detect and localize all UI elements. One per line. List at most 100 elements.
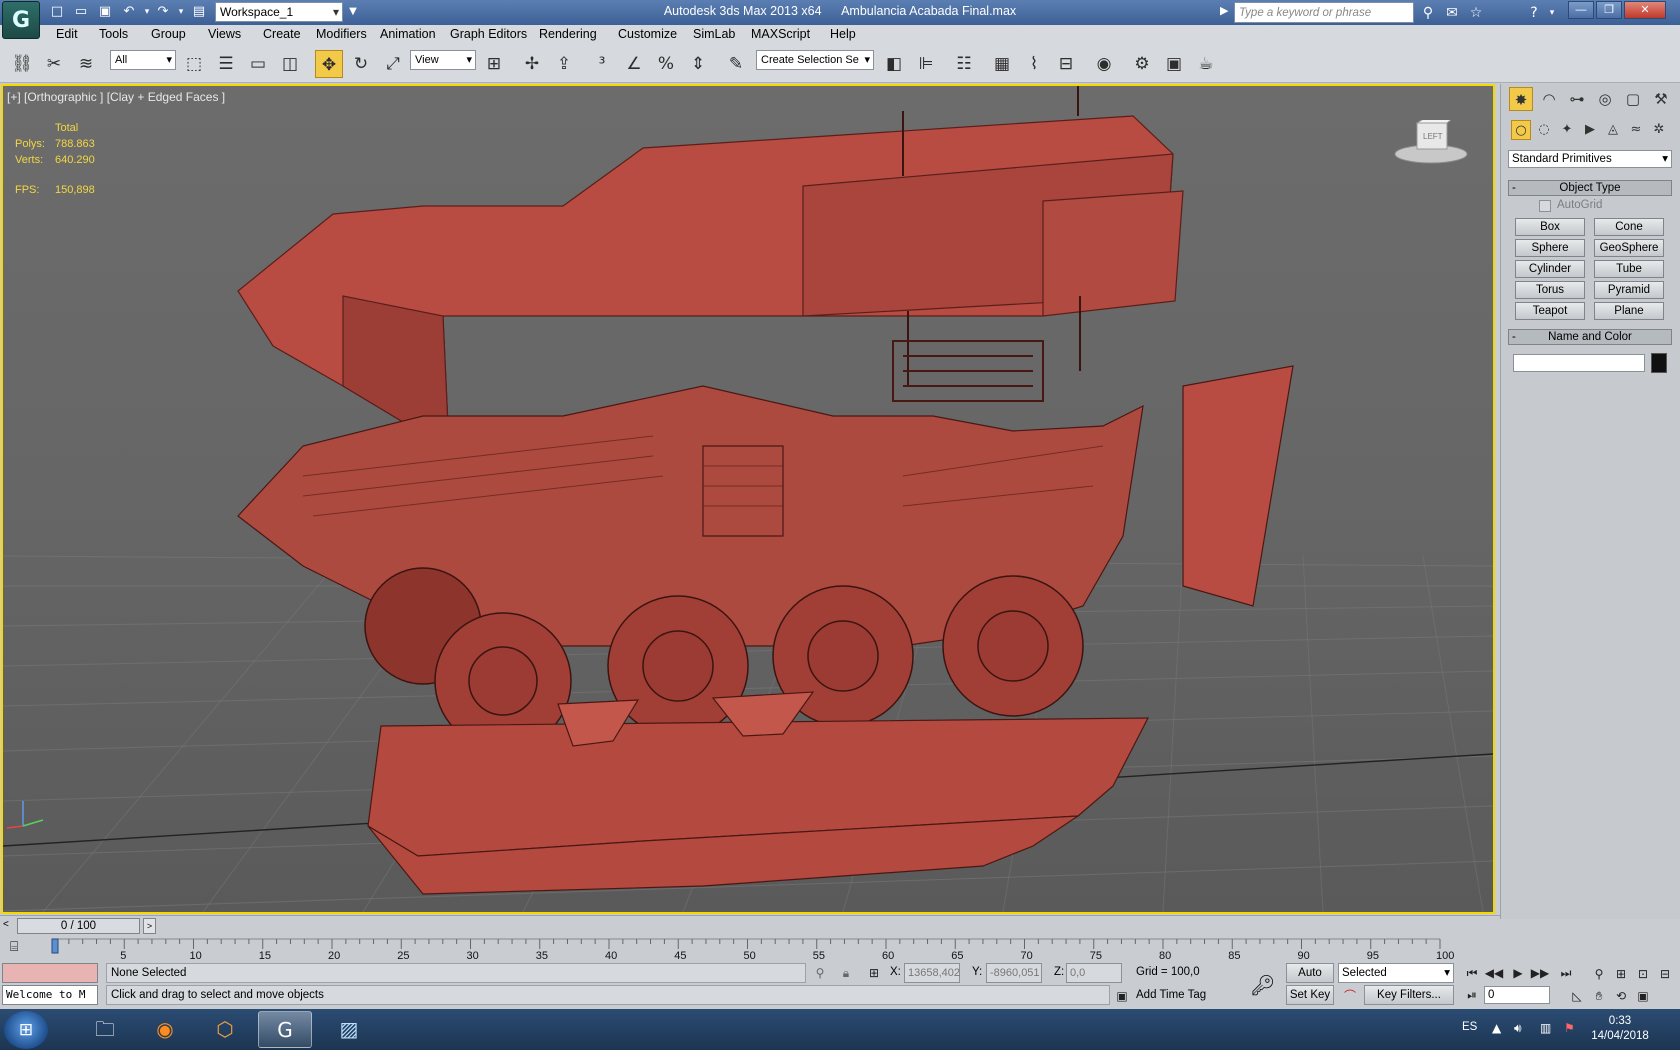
tube-button[interactable]: Tube xyxy=(1594,260,1664,278)
rectangular-selection-icon[interactable]: ▭ xyxy=(244,50,272,78)
bind-to-space-warp-icon[interactable]: ≋ xyxy=(72,50,100,78)
key-filters-button[interactable]: Key Filters... xyxy=(1364,985,1454,1005)
snaps-toggle-icon[interactable]: ³ xyxy=(588,50,616,78)
set-key-button[interactable]: Set Key xyxy=(1286,985,1334,1005)
named-selection-sets-dropdown[interactable]: Create Selection Se xyxy=(756,50,874,70)
select-and-scale-icon[interactable]: ⤢ xyxy=(379,50,407,78)
angle-snap-icon[interactable]: ∠ xyxy=(620,50,648,78)
display-tab-icon[interactable]: ▢ xyxy=(1621,87,1645,111)
file-explorer-icon[interactable]: 🗀︎ xyxy=(78,1011,132,1048)
go-to-end-icon[interactable]: ⏭ xyxy=(1556,965,1576,981)
maxscript-input[interactable]: Welcome to M xyxy=(2,985,98,1005)
select-and-rotate-icon[interactable]: ↻ xyxy=(347,50,375,78)
zoom-all-icon[interactable]: ⊞ xyxy=(1612,965,1630,983)
graphite-ribbon-icon[interactable]: ▦ xyxy=(988,50,1016,78)
auto-key-button[interactable]: Auto Key xyxy=(1286,963,1334,997)
selection-lock-icon[interactable]: 🔒︎ xyxy=(838,965,854,981)
close-button[interactable]: ✕ xyxy=(1624,1,1666,19)
select-object-icon[interactable]: ⬚ xyxy=(180,50,208,78)
y-coordinate-field[interactable]: -8960,051 xyxy=(986,963,1042,983)
reference-coordinate-dropdown[interactable]: View xyxy=(410,50,476,70)
unlink-selection-icon[interactable]: ✂ xyxy=(40,50,68,78)
autogrid-checkbox[interactable] xyxy=(1539,200,1551,212)
menu-edit[interactable]: Edit xyxy=(56,27,78,41)
slider-next-icon[interactable]: > xyxy=(143,918,156,934)
menu-help[interactable]: Help xyxy=(830,27,856,41)
plane-button[interactable]: Plane xyxy=(1594,302,1664,320)
pyramid-button[interactable]: Pyramid xyxy=(1594,281,1664,299)
curve-editor-icon[interactable]: ⌇ xyxy=(1020,50,1048,78)
lights-icon[interactable]: ✦ xyxy=(1557,120,1577,140)
action-center-icon[interactable]: ⚑ xyxy=(1564,1021,1575,1035)
minimize-button[interactable]: — xyxy=(1568,1,1594,19)
3d-app-icon[interactable]: ⬡ xyxy=(198,1011,252,1048)
pivot-center-icon[interactable]: ⊞ xyxy=(480,50,508,78)
modify-tab-icon[interactable]: ◠ xyxy=(1537,87,1561,111)
selection-filter-dropdown[interactable]: All xyxy=(110,50,176,70)
time-slider[interactable]: < 0 / 100 > xyxy=(0,915,1500,935)
z-coordinate-field[interactable]: 0,0 xyxy=(1066,963,1122,983)
viewcube[interactable]: LEFT xyxy=(1391,117,1471,166)
menu-create[interactable]: Create xyxy=(263,27,301,41)
start-button[interactable]: ⊞ xyxy=(4,1011,48,1049)
perspective-viewport[interactable]: [+] [Orthographic ] [Clay + Edged Faces … xyxy=(1,84,1495,914)
motion-tab-icon[interactable]: ◎ xyxy=(1593,87,1617,111)
maximize-viewport-icon[interactable]: ▣ xyxy=(1634,987,1652,1005)
geometry-icon[interactable]: ○ xyxy=(1511,120,1531,140)
schematic-view-icon[interactable]: ⊟ xyxy=(1052,50,1080,78)
helpers-icon[interactable]: ◬ xyxy=(1603,120,1623,140)
menu-group[interactable]: Group xyxy=(151,27,186,41)
default-in-out-tangent-icon[interactable]: ⌒ xyxy=(1342,988,1358,1004)
play-icon[interactable]: ▶ xyxy=(1508,965,1528,981)
zoom-extents-all-icon[interactable]: ⊟ xyxy=(1656,965,1674,983)
firefox-icon[interactable]: ◉ xyxy=(138,1011,192,1048)
key-mode-dropdown[interactable]: Selected xyxy=(1338,963,1454,983)
previous-frame-icon[interactable]: ◀◀ xyxy=(1484,965,1504,981)
app-logo-button[interactable]: G xyxy=(2,1,40,39)
pan-view-icon[interactable]: ✋︎ xyxy=(1590,987,1608,1005)
spinner-snap-icon[interactable]: ⇕ xyxy=(684,50,712,78)
cone-button[interactable]: Cone xyxy=(1594,218,1664,236)
zoom-icon[interactable]: ⚲ xyxy=(1590,965,1608,983)
search-input[interactable]: Type a keyword or phrase xyxy=(1234,2,1414,23)
rendered-frame-window-icon[interactable]: ▣ xyxy=(1160,50,1188,78)
cameras-icon[interactable]: ▶ xyxy=(1580,120,1600,140)
help-icon[interactable]: ? xyxy=(1524,3,1544,23)
object-name-input[interactable] xyxy=(1513,354,1645,372)
isolate-selection-icon[interactable]: ⚲ xyxy=(812,965,828,981)
align-icon[interactable]: ⊫ xyxy=(912,50,940,78)
help-dropdown-icon[interactable]: ▾ xyxy=(1542,3,1562,23)
layer-manager-icon[interactable]: ☷ xyxy=(950,50,978,78)
render-setup-icon[interactable]: ⚙ xyxy=(1128,50,1156,78)
select-and-move-icon[interactable]: ✥ xyxy=(315,50,343,78)
mirror-icon[interactable]: ◧ xyxy=(880,50,908,78)
menu-views[interactable]: Views xyxy=(208,27,241,41)
menu-simlab[interactable]: SimLab xyxy=(693,27,735,41)
edit-named-selection-icon[interactable]: ✎ xyxy=(722,50,750,78)
menu-rendering[interactable]: Rendering xyxy=(539,27,597,41)
x-coordinate-field[interactable]: 13658,402 xyxy=(904,963,960,983)
favorites-star-icon[interactable]: ☆ xyxy=(1466,3,1486,23)
set-keys-icon[interactable]: 🔑︎ xyxy=(1250,973,1275,997)
menu-maxscript[interactable]: MAXScript xyxy=(751,27,810,41)
key-mode-toggle-icon[interactable]: ⏯ xyxy=(1462,987,1482,1003)
slider-prev-icon[interactable]: < xyxy=(3,919,9,930)
go-to-start-icon[interactable]: ⏮ xyxy=(1462,965,1482,981)
menu-graph-editors[interactable]: Graph Editors xyxy=(450,27,527,41)
torus-button[interactable]: Torus xyxy=(1515,281,1585,299)
shapes-icon[interactable]: ◌ xyxy=(1534,120,1554,140)
viewport-label-menu[interactable]: [+] [Orthographic ] [Clay + Edged Faces … xyxy=(7,90,225,104)
add-time-tag[interactable]: Add Time Tag xyxy=(1136,989,1206,1001)
search-expand-icon[interactable]: ▶ xyxy=(1220,4,1228,17)
time-tag-icon[interactable]: ▣ xyxy=(1114,988,1130,1004)
menu-customize[interactable]: Customize xyxy=(618,27,677,41)
menu-tools[interactable]: Tools xyxy=(99,27,128,41)
maximize-button[interactable]: ❐ xyxy=(1596,1,1622,19)
select-and-link-icon[interactable]: ⛓ xyxy=(8,50,36,78)
show-hidden-icons[interactable]: ▲ xyxy=(1492,1021,1501,1035)
material-editor-icon[interactable]: ◉ xyxy=(1090,50,1118,78)
hierarchy-tab-icon[interactable]: ⊶ xyxy=(1565,87,1589,111)
track-bar[interactable]: ⌸ 5 10 15 20 25 30 35 40 45 50 55 60 65 70 75 80 85 90 95 1… xyxy=(0,935,1500,961)
system-clock[interactable]: 0:33 14/04/2018 xyxy=(1590,1014,1650,1044)
zoom-extents-icon[interactable]: ⊡ xyxy=(1634,965,1652,983)
